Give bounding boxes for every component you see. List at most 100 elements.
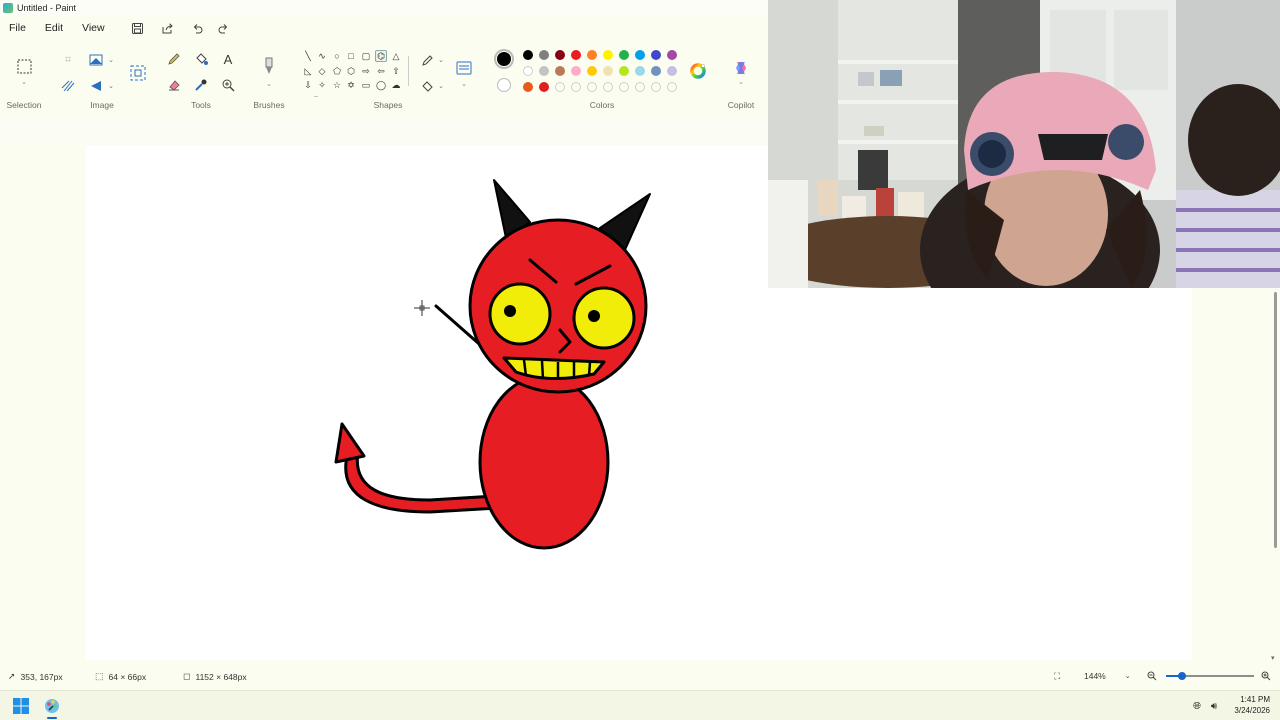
five-point-star-shape-icon[interactable]: ☆: [331, 79, 343, 91]
selection-dropdown-icon[interactable]: ⌄: [16, 74, 32, 90]
text-icon[interactable]: A: [220, 51, 236, 67]
palette-swatch[interactable]: [523, 82, 533, 92]
palette-empty-slot[interactable]: [587, 82, 597, 92]
palette-empty-slot[interactable]: [571, 82, 581, 92]
zoom-in-icon[interactable]: [1261, 671, 1271, 683]
palette-swatch[interactable]: [651, 66, 661, 76]
zoom-slider[interactable]: [1166, 672, 1254, 680]
volume-icon[interactable]: 🔊︎: [1207, 699, 1221, 713]
edit-colors-icon[interactable]: [689, 62, 707, 80]
rounded-rect-shape-icon[interactable]: ▢: [360, 50, 372, 62]
curve-shape-icon[interactable]: ∿: [316, 50, 328, 62]
save-icon[interactable]: [129, 19, 147, 37]
up-arrow-shape-icon[interactable]: ⇧: [390, 65, 402, 77]
network-icon[interactable]: 🌐︎: [1190, 699, 1204, 713]
palette-swatch[interactable]: [635, 50, 645, 60]
menu-edit[interactable]: Edit: [36, 22, 73, 34]
diamond-shape-icon[interactable]: ◇: [316, 65, 328, 77]
zoom-out-icon[interactable]: [1147, 671, 1157, 683]
rotate-icon[interactable]: [88, 78, 104, 94]
system-clock[interactable]: 1:41 PM 3/24/2026: [1234, 694, 1270, 716]
undo-icon[interactable]: [189, 19, 207, 37]
palette-swatch[interactable]: [587, 66, 597, 76]
palette-swatch[interactable]: [635, 66, 645, 76]
palette-swatch[interactable]: [587, 50, 597, 60]
oval-shape-icon[interactable]: ○: [331, 50, 343, 62]
brush-dropdown-icon[interactable]: ⌄: [261, 76, 277, 92]
primary-color-swatch[interactable]: [494, 49, 514, 69]
shape-fill-dropdown-icon[interactable]: ⌄: [433, 78, 449, 94]
palette-swatch[interactable]: [651, 50, 661, 60]
palette-empty-slot[interactable]: [555, 82, 565, 92]
start-windows-icon[interactable]: [12, 697, 30, 715]
fill-icon[interactable]: [193, 51, 209, 67]
palette-swatch[interactable]: [555, 66, 565, 76]
menu-file[interactable]: File: [0, 22, 36, 34]
palette-swatch[interactable]: [571, 50, 581, 60]
four-point-star-shape-icon[interactable]: ✧: [316, 79, 328, 91]
pointer-position-icon: ➚: [8, 671, 16, 681]
outline-dropdown-icon[interactable]: ⌄: [433, 52, 449, 68]
copilot-dropdown-icon[interactable]: ⌄: [733, 74, 749, 90]
menu-view[interactable]: View: [73, 22, 115, 34]
palette-empty-slot[interactable]: [619, 82, 629, 92]
fit-to-window-icon[interactable]: ⛶: [1054, 671, 1060, 682]
size-icon[interactable]: [455, 60, 473, 76]
vertical-scrollbar[interactable]: [1272, 288, 1280, 660]
rectangle-shape-icon[interactable]: □: [345, 50, 357, 62]
right-arrow-shape-icon[interactable]: ⇨: [360, 65, 372, 77]
zoom-level[interactable]: 144%: [1084, 671, 1106, 681]
size-dropdown-icon[interactable]: ⌄: [456, 76, 472, 92]
color-picker-icon[interactable]: [193, 77, 209, 93]
palette-swatch[interactable]: [539, 50, 549, 60]
zoom-dropdown-icon[interactable]: ⌄: [1125, 672, 1131, 680]
image-select-icon[interactable]: [128, 63, 148, 83]
palette-empty-slot[interactable]: [603, 82, 613, 92]
right-triangle-shape-icon[interactable]: ◺: [302, 65, 314, 77]
palette-empty-slot[interactable]: [651, 82, 661, 92]
down-arrow-shape-icon[interactable]: ⇩: [302, 79, 314, 91]
palette-swatch[interactable]: [603, 50, 613, 60]
skew-icon[interactable]: [60, 78, 76, 94]
rectangle-select-icon[interactable]: [16, 58, 32, 74]
palette-swatch[interactable]: [539, 66, 549, 76]
left-arrow-shape-icon[interactable]: ⇦: [375, 65, 387, 77]
callout-oval-shape-icon[interactable]: ◯: [375, 79, 387, 91]
line-shape-icon[interactable]: ╲: [302, 50, 314, 62]
palette-swatch[interactable]: [571, 66, 581, 76]
palette-empty-slot[interactable]: [635, 82, 645, 92]
palette-swatch[interactable]: [619, 66, 629, 76]
palette-swatch[interactable]: [555, 50, 565, 60]
more-shapes-icon[interactable]: ⌢: [310, 91, 322, 103]
eraser-icon[interactable]: [166, 77, 182, 93]
magnifier-icon[interactable]: [220, 77, 236, 93]
palette-swatch[interactable]: [667, 50, 677, 60]
palette-swatch[interactable]: [603, 66, 613, 76]
callout-rect-shape-icon[interactable]: ▭: [360, 79, 372, 91]
zoom-slider-thumb[interactable]: [1178, 672, 1186, 680]
scroll-down-arrow-icon[interactable]: ▾: [1271, 654, 1275, 662]
redo-icon[interactable]: [215, 19, 233, 37]
palette-swatch[interactable]: [523, 66, 533, 76]
pentagon-shape-icon[interactable]: ⬠: [331, 65, 343, 77]
brush-icon[interactable]: [260, 56, 278, 76]
paint-taskbar-icon[interactable]: [42, 696, 62, 716]
palette-swatch[interactable]: [619, 50, 629, 60]
six-point-star-shape-icon[interactable]: ✡: [345, 79, 357, 91]
scrollbar-thumb[interactable]: [1274, 292, 1277, 548]
resize-icon[interactable]: [88, 52, 104, 68]
palette-swatch[interactable]: [523, 50, 533, 60]
image-select-dropdown-icon[interactable]: ⌄: [103, 52, 119, 68]
rotate-dropdown-icon[interactable]: ⌄: [103, 78, 119, 94]
callout-cloud-shape-icon[interactable]: ☁: [390, 79, 402, 91]
polygon-shape-icon[interactable]: ⌬: [375, 50, 387, 62]
palette-empty-slot[interactable]: [667, 82, 677, 92]
share-icon[interactable]: [159, 19, 177, 37]
pencil-icon[interactable]: [166, 51, 182, 67]
palette-swatch[interactable]: [539, 82, 549, 92]
secondary-color-swatch[interactable]: [497, 78, 511, 92]
hexagon-shape-icon[interactable]: ⬡: [345, 65, 357, 77]
triangle-shape-icon[interactable]: △: [390, 50, 402, 62]
crop-icon[interactable]: ⌗: [60, 52, 76, 68]
palette-swatch[interactable]: [667, 66, 677, 76]
